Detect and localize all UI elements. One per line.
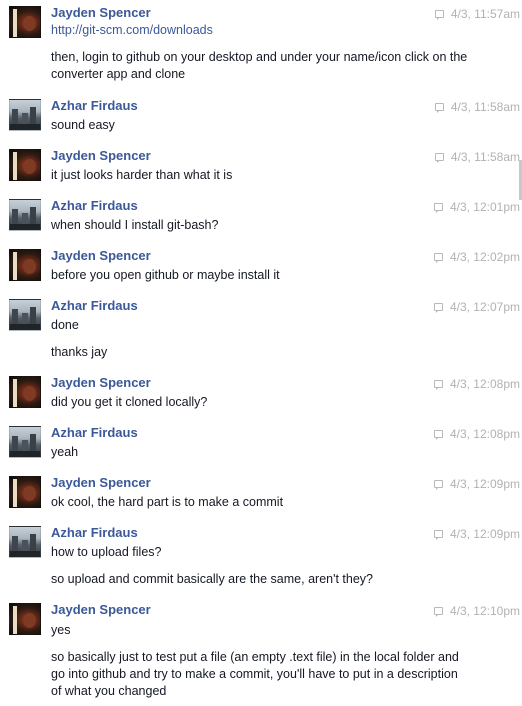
message-timestamp: 4/3, 12:08pm (433, 427, 520, 441)
timestamp-text: 4/3, 11:57am (450, 7, 520, 21)
message-timestamp: 4/3, 11:58am (434, 150, 520, 164)
message-timestamp: 4/3, 12:01pm (433, 200, 520, 214)
message-text: so basically just to test put a file (an… (51, 650, 459, 698)
chat-bubble-icon (433, 480, 443, 490)
chat-bubble-icon (433, 607, 443, 617)
chat-bubble-icon (433, 530, 443, 540)
timestamp-text: 4/3, 11:58am (450, 150, 520, 164)
timestamp-text: 4/3, 12:08pm (449, 427, 520, 441)
chat-bubble-icon (434, 10, 444, 20)
avatar[interactable] (9, 426, 41, 458)
message-text: done (51, 318, 79, 332)
sender-name[interactable]: Jayden Spencer (51, 475, 151, 490)
message-timestamp: 4/3, 12:09pm (433, 477, 520, 491)
sender-name[interactable]: Azhar Firdaus (51, 198, 138, 213)
message-text: yes (51, 623, 71, 637)
timestamp-text: 4/3, 12:09pm (449, 477, 520, 491)
message-text: so upload and commit basically are the s… (51, 572, 374, 586)
message-text: it just looks harder than what it is (51, 168, 233, 182)
sender-name[interactable]: Jayden Spencer (51, 5, 151, 20)
message-timestamp: 4/3, 12:07pm (433, 300, 520, 314)
timestamp-text: 4/3, 12:01pm (449, 200, 520, 214)
chat-bubble-icon (434, 153, 444, 163)
sender-name[interactable]: Azhar Firdaus (51, 525, 138, 540)
timestamp-text: 4/3, 12:07pm (449, 300, 520, 314)
chat-bubble-icon (434, 103, 444, 113)
message-text: did you get it cloned locally? (51, 395, 208, 409)
avatar[interactable] (9, 99, 41, 131)
sender-name[interactable]: Jayden Spencer (51, 148, 151, 163)
timestamp-text: 4/3, 11:58am (450, 100, 520, 114)
message-timestamp: 4/3, 12:02pm (433, 250, 520, 264)
avatar[interactable] (9, 603, 41, 635)
chat-bubble-icon (433, 430, 443, 440)
sender-name[interactable]: Azhar Firdaus (51, 425, 138, 440)
message-text: sound easy (51, 118, 115, 132)
message-text: thanks jay (51, 345, 108, 359)
avatar[interactable] (9, 6, 41, 38)
avatar[interactable] (9, 376, 41, 408)
message-timestamp: 4/3, 12:09pm (433, 527, 520, 541)
avatar[interactable] (9, 299, 41, 331)
message-timestamp: 4/3, 12:10pm (433, 604, 520, 618)
avatar[interactable] (9, 526, 41, 558)
avatar[interactable] (9, 199, 41, 231)
message-link[interactable]: http://git-scm.com/downloads (51, 22, 491, 39)
chat-bubble-icon (433, 380, 443, 390)
message-text: then, login to github on your desktop an… (51, 50, 468, 81)
message-text: yeah (51, 445, 79, 459)
avatar[interactable] (9, 149, 41, 181)
message-text: how to upload files? (51, 545, 162, 559)
timestamp-text: 4/3, 12:10pm (449, 604, 520, 618)
sender-name[interactable]: Azhar Firdaus (51, 98, 138, 113)
chat-bubble-icon (433, 203, 443, 213)
message-timestamp: 4/3, 11:57am (434, 7, 520, 21)
chat-bubble-icon (433, 253, 443, 263)
avatar[interactable] (9, 249, 41, 281)
message-text: when should I install git-bash? (51, 218, 219, 232)
sender-name[interactable]: Jayden Spencer (51, 248, 151, 263)
sender-name[interactable]: Azhar Firdaus (51, 298, 138, 313)
sender-name[interactable]: Jayden Spencer (51, 375, 151, 390)
chat-thread: Jayden Spencer 4/3, 11:57am http://git-s… (0, 0, 522, 706)
message-text: ok cool, the hard part is to make a comm… (51, 495, 284, 509)
message-timestamp: 4/3, 12:08pm (433, 377, 520, 391)
sender-name[interactable]: Jayden Spencer (51, 602, 151, 617)
avatar[interactable] (9, 476, 41, 508)
timestamp-text: 4/3, 12:09pm (449, 527, 520, 541)
message-text: before you open github or maybe install … (51, 268, 280, 282)
message-timestamp: 4/3, 11:58am (434, 100, 520, 114)
chat-bubble-icon (433, 303, 443, 313)
timestamp-text: 4/3, 12:02pm (449, 250, 520, 264)
timestamp-text: 4/3, 12:08pm (449, 377, 520, 391)
